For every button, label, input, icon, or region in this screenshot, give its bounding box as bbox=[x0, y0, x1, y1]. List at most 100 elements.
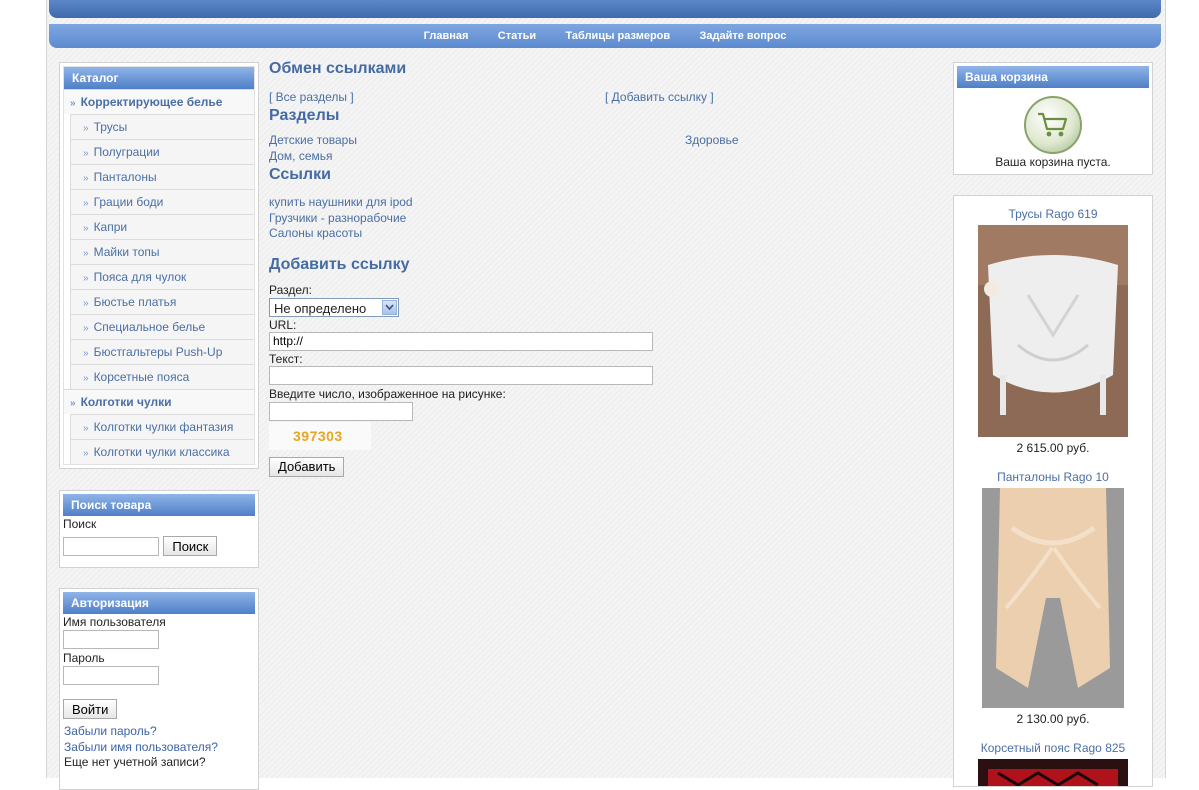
text-input[interactable] bbox=[269, 365, 653, 385]
product-title[interactable]: Панталоны Rago 10 bbox=[954, 470, 1152, 484]
auth-box: Авторизация Имя пользователя Пароль Войт… bbox=[59, 588, 259, 790]
add-link-form: Раздел: Не определено URL: Текст: Введит… bbox=[269, 283, 949, 477]
double-chevron-right-icon: » bbox=[83, 148, 89, 159]
catalog-item-label: Пояса для чулок bbox=[93, 270, 187, 284]
shopping-cart-icon[interactable] bbox=[1024, 96, 1082, 154]
external-link-movers[interactable]: Грузчики - разнорабочие bbox=[269, 211, 949, 227]
catalog-inner: Каталог » Корректирующее белье » Трусы » Полу… bbox=[63, 66, 255, 465]
nav-home[interactable]: Главная bbox=[424, 24, 469, 48]
catalog-item-label: Капри bbox=[93, 220, 128, 234]
forgot-username-link[interactable]: Забыли имя пользователя? bbox=[63, 740, 255, 756]
catalog-item-label: Бюстгальтеры Push-Up bbox=[93, 345, 223, 359]
double-chevron-right-icon: » bbox=[70, 98, 76, 109]
nav-articles[interactable]: Статьи bbox=[498, 24, 536, 48]
catalog-item[interactable]: » Корсетные пояса bbox=[70, 364, 254, 389]
auth-inner: Авторизация Имя пользователя Пароль Войт… bbox=[63, 592, 255, 771]
main-content: Обмен ссылками [ Все разделы ] [ Добавит… bbox=[269, 60, 949, 477]
url-label: URL: bbox=[269, 317, 297, 332]
product-image-long-briefs[interactable] bbox=[982, 488, 1124, 708]
login-button[interactable]: Войти bbox=[63, 699, 118, 719]
search-label: Поиск bbox=[63, 517, 97, 531]
top-banner bbox=[49, 0, 1161, 18]
links-heading: Ссылки bbox=[269, 166, 331, 183]
chevron-down-icon[interactable] bbox=[382, 299, 397, 315]
search-button[interactable]: Поиск bbox=[163, 536, 218, 556]
cart-empty-text: Ваша корзина пуста. bbox=[995, 155, 1111, 169]
url-input[interactable] bbox=[269, 331, 653, 351]
page-title: Обмен ссылками bbox=[269, 60, 407, 77]
double-chevron-right-icon: » bbox=[83, 373, 89, 384]
all-sections-link[interactable]: [ Все разделы ] bbox=[269, 90, 354, 106]
captcha-image: 397303 bbox=[269, 421, 371, 450]
catalog-item[interactable]: » Грации боди bbox=[70, 189, 254, 214]
catalog-item-label: Колготки чулки bbox=[80, 395, 172, 409]
catalog-item-label: Колготки чулки классика bbox=[93, 445, 230, 459]
no-account-text: Еще нет учетной записи? bbox=[64, 755, 206, 769]
catalog-item[interactable]: » Корректирующее белье bbox=[64, 89, 254, 114]
catalog-title: Каталог bbox=[64, 67, 254, 89]
product-title[interactable]: Трусы Rago 619 bbox=[954, 207, 1152, 221]
username-input[interactable] bbox=[63, 630, 159, 649]
catalog-item[interactable]: » Колготки чулки фантазия bbox=[70, 414, 254, 439]
search-inner: Поиск товара Поиск Поиск bbox=[63, 494, 255, 562]
product-card: Корсетный пояс Rago 825 bbox=[954, 741, 1152, 787]
catalog-item-label: Колготки чулки фантазия bbox=[93, 420, 234, 434]
catalog-item[interactable]: » Полуграции bbox=[70, 139, 254, 164]
catalog-item-label: Полуграции bbox=[93, 145, 160, 159]
product-title[interactable]: Корсетный пояс Rago 825 bbox=[954, 741, 1152, 755]
product-image-corset-belt[interactable] bbox=[978, 759, 1128, 787]
auth-title: Авторизация bbox=[63, 592, 255, 614]
search-input[interactable] bbox=[63, 537, 159, 556]
forgot-password-link[interactable]: Забыли пароль? bbox=[63, 724, 255, 740]
captcha-code: 397303 bbox=[293, 427, 343, 444]
catalog-item[interactable]: » Капри bbox=[70, 214, 254, 239]
catalog-item[interactable]: » Бюстгальтеры Push-Up bbox=[70, 339, 254, 364]
catalog-item-label: Майки топы bbox=[93, 245, 160, 259]
text-label: Текст: bbox=[269, 351, 303, 366]
nav-size-tables[interactable]: Таблицы размеров bbox=[565, 24, 670, 48]
external-link-ipod[interactable]: купить наушники для ipod bbox=[269, 195, 949, 211]
catalog-item[interactable]: » Бюстье платья bbox=[70, 289, 254, 314]
section-link-children[interactable]: Детские товары bbox=[269, 133, 357, 149]
cart-title: Ваша корзина bbox=[957, 66, 1149, 88]
catalog-item[interactable]: » Майки топы bbox=[70, 239, 254, 264]
catalog-list: » Корректирующее белье » Трусы » Полуграции » П… bbox=[64, 89, 254, 464]
page-container: Главная Статьи Таблицы размеров Задайте … bbox=[46, 0, 1166, 790]
double-chevron-right-icon: » bbox=[83, 273, 89, 284]
double-chevron-right-icon: » bbox=[83, 448, 89, 459]
double-chevron-right-icon: » bbox=[83, 348, 89, 359]
password-label: Пароль bbox=[63, 651, 105, 665]
add-link-top-link[interactable]: [ Добавить ссылку ] bbox=[605, 90, 714, 106]
catalog-item-label: Корсетные пояса bbox=[93, 370, 190, 384]
captcha-input[interactable] bbox=[269, 401, 413, 421]
catalog-item[interactable]: » Трусы bbox=[70, 114, 254, 139]
catalog-item[interactable]: » Пояса для чулок bbox=[70, 264, 254, 289]
sections-heading: Разделы bbox=[269, 107, 340, 124]
catalog-item[interactable]: » Панталоны bbox=[70, 164, 254, 189]
catalog-item-label: Корректирующее белье bbox=[80, 95, 223, 109]
double-chevron-right-icon: » bbox=[83, 423, 89, 434]
catalog-item-label: Специальное белье bbox=[93, 320, 206, 334]
nav-ask-question[interactable]: Задайте вопрос bbox=[700, 24, 787, 48]
add-link-heading: Добавить ссылку bbox=[269, 255, 410, 273]
catalog-item-label: Грации боди bbox=[93, 195, 164, 209]
external-link-salons[interactable]: Салоны красоты bbox=[269, 226, 949, 242]
username-label: Имя пользователя bbox=[63, 615, 166, 629]
submit-link-button[interactable]: Добавить bbox=[269, 456, 345, 477]
featured-products-box: Трусы Rago 619 2 615.00 руб. Панталоны R… bbox=[953, 195, 1153, 787]
section-select[interactable]: Не определено bbox=[269, 297, 399, 317]
catalog-item[interactable]: » Специальное белье bbox=[70, 314, 254, 339]
catalog-item[interactable]: » Колготки чулки bbox=[64, 389, 254, 414]
double-chevron-right-icon: » bbox=[83, 123, 89, 134]
section-link-home[interactable]: Дом, семья bbox=[269, 149, 357, 165]
catalog-item[interactable]: » Колготки чулки классика bbox=[70, 439, 254, 464]
catalog-item-label: Бюстье платья bbox=[93, 295, 177, 309]
double-chevron-right-icon: » bbox=[83, 298, 89, 309]
product-price: 2 130.00 руб. bbox=[1016, 712, 1090, 726]
section-link-health[interactable]: Здоровье bbox=[685, 133, 739, 149]
password-input[interactable] bbox=[63, 666, 159, 685]
captcha-label: Введите число, изображенное на рисунке: bbox=[269, 386, 506, 401]
catalog-item-label: Панталоны bbox=[93, 170, 157, 184]
product-image-briefs[interactable] bbox=[978, 225, 1128, 437]
double-chevron-right-icon: » bbox=[83, 248, 89, 259]
